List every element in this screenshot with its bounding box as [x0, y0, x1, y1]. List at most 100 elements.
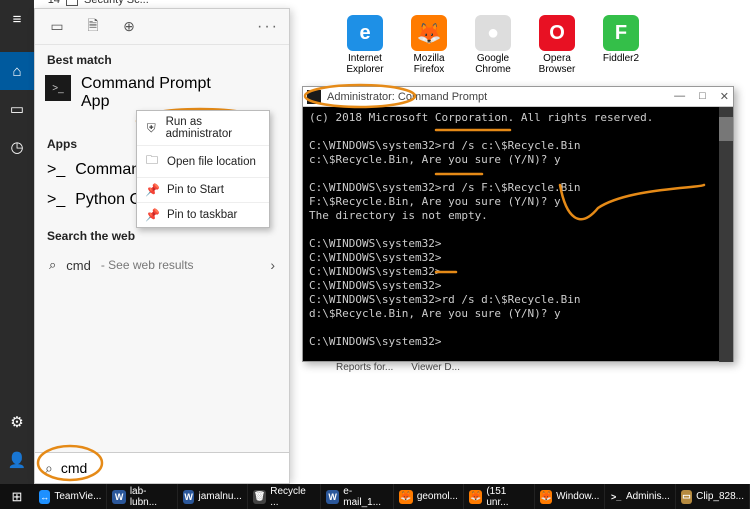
- cmd-window-title: Administrator: Command Prompt: [327, 91, 487, 103]
- search-icon: ⌕: [49, 257, 56, 273]
- row-label: Security Sc...: [84, 0, 149, 6]
- scrollbar[interactable]: [719, 107, 733, 362]
- taskbar-label: (151 unr...: [486, 486, 529, 508]
- clock-icon[interactable]: ◷: [0, 128, 34, 166]
- teamviewer-icon: ↔: [39, 490, 50, 504]
- adminis-icon: >_: [610, 490, 622, 504]
- desktop-icon-chrome[interactable]: ●Google Chrome: [468, 15, 518, 75]
- row-number: 14: [40, 0, 60, 6]
- label-frag: Reports for...: [336, 362, 393, 373]
- web-result-row[interactable]: ⌕ cmd - See web results ›: [35, 247, 289, 279]
- nav-side-rail: ≡ ⌂ ▭ ◷ ⚙ 👤: [0, 0, 34, 509]
- menu-open-file-location[interactable]: 🗀 Open file location: [137, 146, 269, 178]
- maximize-button[interactable]: □: [699, 90, 706, 103]
- top-list-fragment: 14 Security Sc...: [40, 0, 149, 6]
- clip-icon: ▭: [681, 490, 692, 504]
- desktop-icon-fiddler[interactable]: F Fiddler2: [596, 15, 646, 75]
- start-button[interactable]: ⊞: [0, 484, 34, 509]
- pin-icon: 📌: [145, 208, 159, 222]
- menu-icon[interactable]: ≡: [0, 0, 34, 38]
- taskbar-item-lab-lubn[interactable]: Wlab-lubn...: [107, 484, 177, 509]
- cmd-title-bar[interactable]: Administrator: Command Prompt — □ ✕: [303, 87, 733, 107]
- cmd-output[interactable]: (c) 2018 Microsoft Corporation. All righ…: [303, 107, 733, 362]
- menu-label: Pin to taskbar: [167, 209, 237, 221]
- email-icon: W: [326, 490, 339, 504]
- lab-lubn-icon: W: [112, 490, 125, 504]
- desktop-icon-label: Mozilla Firefox: [404, 53, 454, 75]
- web-suffix: - See web results: [101, 258, 194, 272]
- taskbar-item-window[interactable]: 🦊 Window...: [535, 484, 605, 509]
- opera-icon: O: [539, 15, 575, 51]
- scope-device-icon[interactable]: ▭: [45, 15, 69, 39]
- taskbar-item-geomol[interactable]: 🦊 geomol...: [394, 484, 464, 509]
- taskbar-item-adminis[interactable]: >_ Adminis...: [605, 484, 675, 509]
- taskbar-label: geomol...: [417, 491, 458, 502]
- menu-pin-to-start[interactable]: 📌 Pin to Start: [137, 178, 269, 203]
- close-button[interactable]: ✕: [720, 90, 729, 103]
- desktop-icon-opera[interactable]: OOpera Browser: [532, 15, 582, 75]
- start-search-panel: ▭ 🗎 ⊕ ··· Best match >_ Command Prompt A…: [34, 8, 290, 482]
- more-icon[interactable]: ···: [257, 18, 279, 36]
- taskbar-item-recycle[interactable]: 🗑 Recycle ...: [248, 484, 321, 509]
- taskbar-label: TeamVie...: [54, 491, 101, 502]
- firefox-icon: 🦊: [411, 15, 447, 51]
- taskbar-label: Window...: [556, 491, 599, 502]
- desktop-icon-label: Opera Browser: [532, 53, 582, 75]
- cmd-icon: >_: [47, 191, 65, 209]
- settings-icon[interactable]: ⚙: [0, 403, 34, 441]
- desktop-icon-label: Internet Explorer: [340, 53, 390, 75]
- taskbar-item-jamalnu[interactable]: Wjamalnu...: [178, 484, 248, 509]
- label-frag: Viewer D...: [411, 362, 460, 373]
- context-menu: ⛨ Run as administrator 🗀 Open file locat…: [136, 110, 270, 228]
- menu-label: Open file location: [167, 156, 256, 168]
- desktop-icon-firefox[interactable]: 🦊Mozilla Firefox: [404, 15, 454, 75]
- scope-docs-icon[interactable]: 🗎: [81, 15, 105, 39]
- ie-icon: e: [347, 15, 383, 51]
- menu-run-as-admin[interactable]: ⛨ Run as administrator: [137, 111, 269, 146]
- search-input[interactable]: [61, 460, 279, 476]
- home-icon[interactable]: ⌂: [0, 52, 34, 90]
- doc-icon[interactable]: ▭: [0, 90, 34, 128]
- taskbar-item-teamviewer[interactable]: ↔ TeamVie...: [34, 484, 107, 509]
- recycle-icon: 🗑: [253, 490, 266, 504]
- jamalnu-icon: W: [183, 490, 195, 504]
- web-term: cmd: [66, 258, 91, 273]
- 151unr-icon: 🦊: [469, 490, 482, 504]
- taskbar-label: Recycle ...: [270, 486, 315, 508]
- best-match-title: Command Prompt: [81, 75, 211, 93]
- taskbar: ⊞ ↔TeamVie...Wlab-lubn...Wjamalnu...🗑Rec…: [0, 484, 750, 509]
- cmd-icon: [307, 90, 321, 104]
- minimize-button[interactable]: —: [674, 90, 685, 103]
- search-icon: ⌕: [45, 460, 53, 477]
- menu-label: Run as administrator: [166, 116, 261, 140]
- pin-icon: 📌: [145, 183, 159, 197]
- scrollbar-thumb[interactable]: [719, 117, 733, 141]
- desktop-icons-row: eInternet Explorer 🦊Mozilla Firefox ●Googl…: [340, 15, 646, 75]
- account-icon[interactable]: 👤: [0, 441, 34, 479]
- menu-pin-to-taskbar[interactable]: 📌 Pin to taskbar: [137, 203, 269, 227]
- search-scope-row: ▭ 🗎 ⊕ ···: [35, 9, 289, 45]
- taskbar-label: Clip_828...: [696, 491, 744, 502]
- taskbar-label: lab-lubn...: [130, 486, 172, 508]
- taskbar-item-151unr[interactable]: 🦊 (151 unr...: [464, 484, 535, 509]
- desktop-icon-label: Fiddler2: [603, 53, 639, 64]
- scope-web-icon[interactable]: ⊕: [117, 15, 141, 39]
- desktop-icon-label: Google Chrome: [468, 53, 518, 75]
- chevron-right-icon: ›: [270, 257, 275, 273]
- taskbar-item-email[interactable]: We-mail_1...: [321, 484, 394, 509]
- window-icon: 🦊: [540, 490, 552, 504]
- cmd-icon: >_: [45, 75, 71, 101]
- best-match-item[interactable]: >_ Command Prompt App: [35, 71, 289, 111]
- section-best-match: Best match: [35, 45, 289, 71]
- taskbar-label: jamalnu...: [198, 491, 241, 502]
- cmd-text: (c) 2018 Microsoft Corporation. All righ…: [309, 111, 727, 349]
- fiddler-icon: F: [603, 15, 639, 51]
- desktop-icon-ie[interactable]: eInternet Explorer: [340, 15, 390, 75]
- taskbar-item-clip[interactable]: ▭ Clip_828...: [676, 484, 750, 509]
- start-search-box[interactable]: ⌕: [34, 452, 290, 484]
- cmd-icon: >_: [47, 161, 65, 179]
- taskbar-label: e-mail_1...: [343, 486, 388, 508]
- geomol-icon: 🦊: [399, 490, 413, 504]
- cmd-window: Administrator: Command Prompt — □ ✕ (c) …: [302, 86, 734, 362]
- taskbar-label: Adminis...: [626, 491, 670, 502]
